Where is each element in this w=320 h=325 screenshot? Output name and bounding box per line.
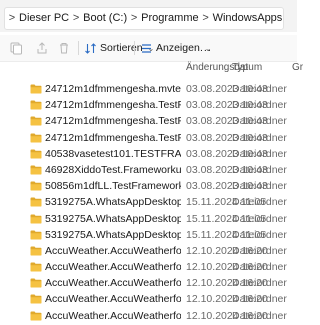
file-row[interactable]: 24712m1dfmmengesha.mvtext2_2.0.0.0_...03… [0,82,297,98]
file-name: 24712m1dfmmengesha.TestFrameworkB... [45,99,181,112]
file-type: Dateiordner [232,309,287,322]
folder-icon [30,197,42,207]
file-row[interactable]: 40538vasetest101.TESTFRAMEWORKABO...03.0… [0,147,297,163]
file-type: Dateiordner [232,83,287,95]
file-name: AccuWeather.AccuWeatherforWindows8... [45,293,181,306]
folder-icon [30,165,42,175]
folder-icon [30,214,42,223]
sort-label: Sortieren [100,42,143,54]
file-name: 5319275A.WhatsAppDesktop_2.2445.7.0_... [45,196,181,209]
view-label: Anzeigen [156,42,200,54]
toolbar-divider [78,41,79,55]
breadcrumb-item-windowsapps[interactable]: WindowsApps [213,7,283,30]
breadcrumb-item-programme[interactable]: Programme [141,7,198,30]
file-name: 46928XiddoTest.Frameworkuapbase_1.0.0...… [45,163,181,176]
file-row[interactable]: 5319275A.WhatsAppDesktop_2.2445.7.0_...1… [0,195,297,211]
sort-icon [85,42,96,54]
folder-icon [30,116,42,126]
toolbar-divider [134,41,135,55]
file-type: Dateiordner [232,228,287,241]
file-row[interactable]: AccuWeather.AccuWeatherforWindows8...12.… [0,309,297,325]
more-label: ... [200,42,212,54]
file-name: AccuWeather.AccuWeatherforWindows8... [45,309,181,322]
file-row[interactable]: 24712m1dfmmengesha.TestFrameworkB...03.0… [0,131,297,147]
file-type: Dateiordner [232,180,287,193]
share-icon[interactable] [34,40,50,56]
file-row[interactable]: 24712m1dfmmengesha.TestFrameworkB...03.0… [0,98,297,114]
folder-icon [30,311,42,321]
file-row[interactable]: AccuWeather.AccuWeatherforWindows8...12.… [0,292,297,308]
file-type: Dateiordner [232,261,287,274]
file-type: Dateiordner [232,99,287,112]
column-header-date[interactable]: Änderungsdatum [186,62,262,73]
breadcrumb-item-this-pc[interactable]: Dieser PC [19,7,69,30]
file-row[interactable]: 5319275A.WhatsAppDesktop_2.2445.7.0_...1… [0,228,297,244]
file-row[interactable]: AccuWeather.AccuWeatherforWindows8...12.… [0,260,297,276]
file-name: AccuWeather.AccuWeatherforWindows8... [45,277,181,290]
column-headers: Änderungsdatum Typ Gr [0,62,303,76]
file-type: Dateiordner [232,115,287,128]
folder-icon [30,149,42,159]
breadcrumb-separator: > [202,12,209,24]
column-header-size[interactable]: Gr [292,62,303,73]
file-name: 24712m1dfmmengesha.TestFrameworkB... [45,115,181,128]
folder-icon [30,230,42,240]
file-type: Dateiordner [232,244,287,257]
file-row[interactable]: AccuWeather.AccuWeatherforWindows8...12.… [0,276,297,292]
breadcrumb-separator: > [72,12,80,24]
breadcrumb-separator: > [130,12,138,24]
copy-icon[interactable] [8,40,24,56]
file-row[interactable]: 5319275A.WhatsAppDesktop_2.2445.7.0_...1… [0,212,297,228]
file-list: 24712m1dfmmengesha.mvtext2_2.0.0.0_...03… [0,82,297,325]
file-name: 50856m1dfLL.TestFrameworkProd06221S... [45,180,181,193]
file-name: AccuWeather.AccuWeatherforWindows8... [45,261,181,274]
file-row[interactable]: 46928XiddoTest.Frameworkuapbase_1.0.0...… [0,163,297,179]
address-bar-area: > Dieser PC > Boot (C:) > Programme > Wi… [0,0,297,32]
file-type: Dateiordner [232,277,287,290]
address-bar[interactable]: > Dieser PC > Boot (C:) > Programme > Wi… [4,7,284,30]
folder-icon [30,294,42,304]
column-header-type[interactable]: Typ [232,62,248,73]
file-type: Dateiordner [232,196,287,209]
file-name: 24712m1dfmmengesha.mvtext2_2.0.0.0_... [45,83,181,95]
file-name: AccuWeather.AccuWeatherforWindows8... [45,244,181,257]
file-name: 40538vasetest101.TESTFRAMEWORKABO... [45,147,181,160]
breadcrumb-item-boot-drive[interactable]: Boot (C:) [83,7,127,30]
file-type: Dateiordner [232,131,287,144]
view-icon [142,43,151,53]
folder-icon [30,84,42,94]
file-name: 5319275A.WhatsAppDesktop_2.2445.7.0_... [45,228,181,241]
file-row[interactable]: 50856m1dfLL.TestFrameworkProd06221S...03… [0,179,297,195]
folder-icon [30,100,42,110]
file-row[interactable]: AccuWeather.AccuWeatherforWindows8...12.… [0,244,297,260]
file-type: Dateiordner [232,163,287,176]
file-name: 24712m1dfmmengesha.TestFrameworkB... [45,131,181,144]
folder-icon [30,278,42,288]
command-bar: Sortieren ⌄ Anzeigen ⌄ ... [0,35,297,62]
file-type: Dateiordner [232,147,287,160]
delete-icon[interactable] [56,40,72,56]
file-type: Dateiordner [232,293,287,306]
file-row[interactable]: 24712m1dfmmengesha.TestFrameworkB...03.0… [0,114,297,130]
folder-icon [30,181,42,191]
breadcrumb-separator: > [8,12,16,24]
folder-icon [30,262,42,272]
folder-icon [30,133,42,143]
file-type: Dateiordner [232,212,287,225]
folder-icon [30,246,42,256]
more-options-button[interactable]: ... [200,39,212,57]
file-name: 5319275A.WhatsAppDesktop_2.2445.7.0_... [45,212,181,225]
